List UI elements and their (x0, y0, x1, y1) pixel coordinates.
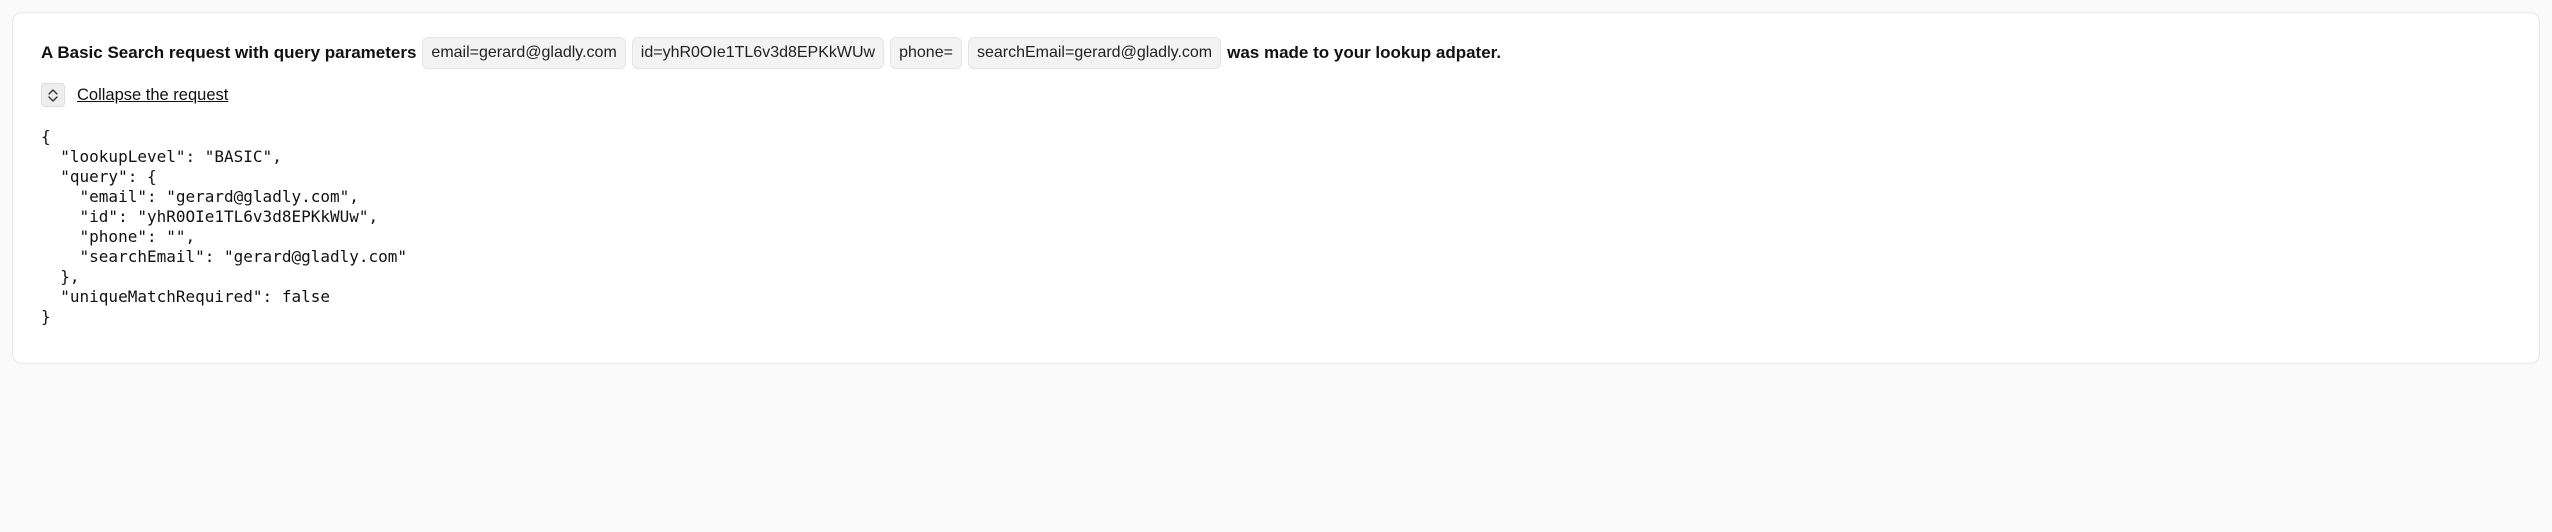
expand-collapse-icon[interactable] (41, 83, 65, 107)
request-card: A Basic Search request with query parame… (12, 12, 2540, 364)
query-param-chip: email=gerard@gladly.com (422, 37, 625, 69)
request-json: { "lookupLevel": "BASIC", "query": { "em… (41, 123, 2511, 327)
query-param-chip: id=yhR0OIe1TL6v3d8EPKkWUw (632, 37, 884, 69)
collapse-link[interactable]: Collapse the request (77, 86, 228, 105)
header-suffix: was made to your lookup adpater. (1227, 40, 1501, 66)
query-param-chip: searchEmail=gerard@gladly.com (968, 37, 1221, 69)
header-prefix: A Basic Search request with query parame… (41, 40, 416, 66)
collapse-row: Collapse the request (41, 83, 2511, 107)
query-param-chip: phone= (890, 37, 962, 69)
header-line: A Basic Search request with query parame… (41, 37, 2511, 69)
